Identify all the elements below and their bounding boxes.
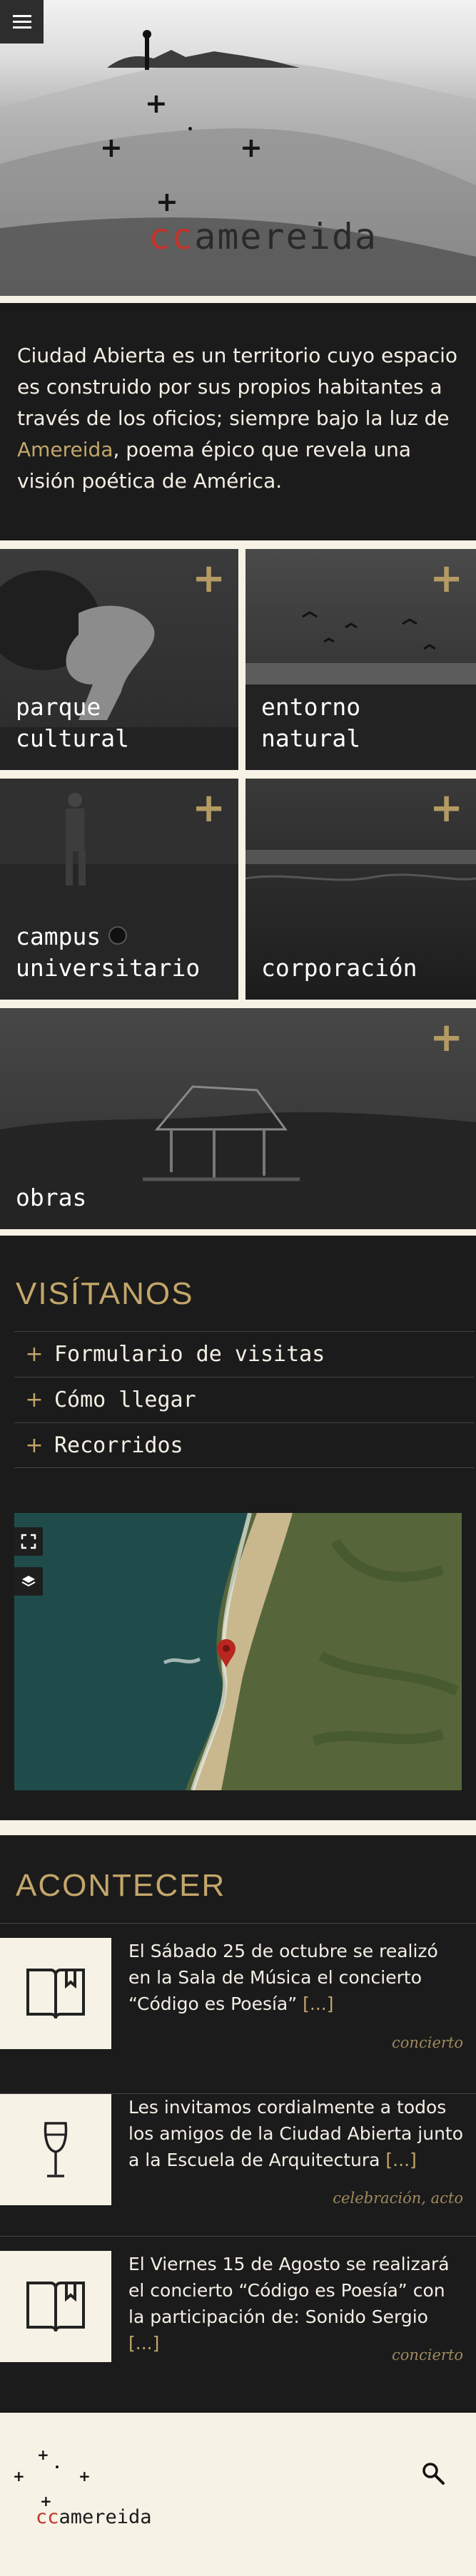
tile-campus-universitario[interactable]: + campus universitario xyxy=(0,779,238,1000)
cross-mark-icon: + xyxy=(79,2468,91,2485)
tile-label: corporación xyxy=(261,954,417,982)
tile-label: entorno natural xyxy=(261,693,361,752)
event-text: El Viernes 15 de Agosto se realizará el … xyxy=(128,2251,464,2356)
footer xyxy=(0,2413,476,2576)
tile-plus-icon: + xyxy=(192,555,226,602)
event-icon-box xyxy=(0,2094,111,2205)
amereida-link[interactable]: Amereida xyxy=(17,438,113,461)
plus-icon: + xyxy=(25,1387,44,1412)
event-item[interactable]: El Sábado 25 de octubre se realizó en la… xyxy=(0,1923,476,2078)
cross-mark-icon: + xyxy=(100,132,123,163)
layers-button[interactable] xyxy=(14,1567,43,1596)
logo-suffix: amereida xyxy=(194,216,378,257)
plus-icon: + xyxy=(25,1342,44,1367)
fullscreen-button[interactable] xyxy=(14,1527,43,1556)
location-map[interactable] xyxy=(14,1513,462,1790)
dot-mark-icon xyxy=(188,127,192,130)
read-more-link[interactable]: [...] xyxy=(128,2333,159,2354)
intro-paragraph: Ciudad Abierta es un territorio cuyo esp… xyxy=(17,340,459,497)
plus-icon: + xyxy=(25,1432,44,1458)
event-description: El Sábado 25 de octubre se realizó en la… xyxy=(128,1941,438,2014)
book-icon xyxy=(26,1969,85,2019)
map-pin-icon[interactable] xyxy=(216,1638,237,1669)
satellite-map-image xyxy=(14,1513,462,1790)
logo-prefix: cc xyxy=(36,2506,59,2528)
tile-label: campus universitario xyxy=(16,923,201,982)
tile-plus-icon: + xyxy=(430,555,463,602)
tile-corporacion[interactable]: + corporación xyxy=(245,779,476,1000)
hamburger-line xyxy=(12,15,31,17)
events-title: ACONTECER xyxy=(16,1868,226,1903)
event-tag[interactable]: concierto xyxy=(392,2034,463,2051)
cross-mark-icon: + xyxy=(37,2446,49,2463)
cross-mark-icon: + xyxy=(240,132,263,163)
event-description: El Viernes 15 de Agosto se realizará el … xyxy=(128,2254,450,2327)
layers-icon xyxy=(21,1576,36,1587)
hamburger-line xyxy=(12,26,31,29)
visit-item-label: Recorridos xyxy=(54,1432,183,1458)
book-icon xyxy=(26,2282,85,2332)
cross-mark-icon: + xyxy=(156,186,178,217)
tile-parque-cultural[interactable]: + parque cultural xyxy=(0,549,238,770)
visit-item-label: Formulario de visitas xyxy=(54,1342,325,1367)
hamburger-line xyxy=(12,21,31,23)
tile-label: obras xyxy=(16,1184,87,1211)
visit-item-como-llegar[interactable]: + Cómo llegar xyxy=(14,1377,475,1422)
event-text: El Sábado 25 de octubre se realizó en la… xyxy=(128,1938,464,2017)
event-text: Les invitamos cordialmente a todos los a… xyxy=(128,2094,464,2173)
read-more-link[interactable]: [...] xyxy=(385,2150,416,2170)
visit-title: VISÍTANOS xyxy=(16,1276,194,1311)
menu-button[interactable] xyxy=(0,0,44,43)
cross-mark-icon: + xyxy=(145,88,168,119)
visit-item-recorridos[interactable]: + Recorridos xyxy=(14,1422,475,1468)
tile-plus-icon: + xyxy=(192,785,226,831)
fullscreen-icon xyxy=(21,1534,36,1549)
event-item[interactable]: El Viernes 15 de Agosto se realizará el … xyxy=(0,2236,476,2393)
visit-item-label: Cómo llegar xyxy=(54,1387,196,1412)
search-icon[interactable] xyxy=(421,2461,445,2485)
visit-item-formulario[interactable]: + Formulario de visitas xyxy=(14,1331,475,1377)
event-tag[interactable]: concierto xyxy=(392,2346,463,2364)
read-more-link[interactable]: [...] xyxy=(303,1993,333,2014)
intro-text-start: Ciudad Abierta es un territorio cuyo esp… xyxy=(17,344,458,430)
tile-obras[interactable]: + obras xyxy=(0,1008,476,1229)
event-icon-box xyxy=(0,1938,111,2049)
hero-banner: + + + + ccamereida xyxy=(0,0,476,296)
event-item[interactable]: Les invitamos cordialmente a todos los a… xyxy=(0,2093,476,2236)
logo-prefix: cc xyxy=(148,216,195,257)
tile-label: parque cultural xyxy=(16,693,129,752)
wine-glass-icon xyxy=(44,2122,68,2177)
intro-section: Ciudad Abierta es un territorio cuyo esp… xyxy=(0,303,476,540)
tile-plus-icon: + xyxy=(430,1015,463,1061)
tile-entorno-natural[interactable]: + entorno natural xyxy=(245,549,476,770)
logo-suffix: amereida xyxy=(59,2506,152,2528)
footer-logo[interactable]: ccamereida xyxy=(36,2506,152,2528)
hero-logo[interactable]: ccamereida xyxy=(148,216,378,257)
cross-mark-icon: + xyxy=(13,2468,25,2485)
dot-mark-icon xyxy=(56,2465,59,2468)
event-tag[interactable]: celebración, acto xyxy=(333,2190,463,2207)
event-icon-box xyxy=(0,2251,111,2362)
tile-plus-icon: + xyxy=(430,785,463,831)
